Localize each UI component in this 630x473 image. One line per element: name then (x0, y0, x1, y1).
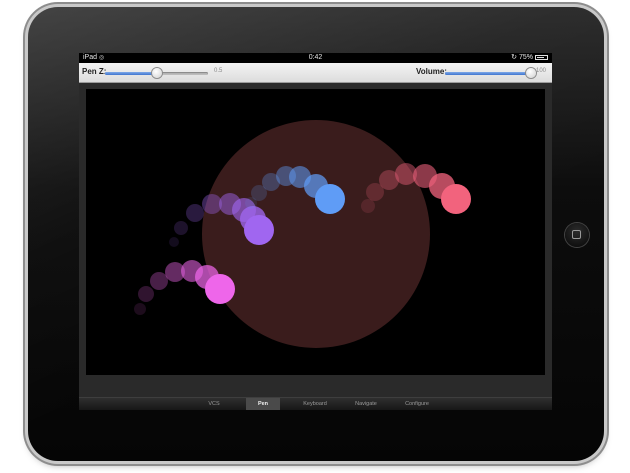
trail-dot (169, 237, 179, 247)
trail-dot (205, 274, 235, 304)
battery-fill (537, 57, 544, 58)
battery-icon (535, 55, 548, 60)
center-circle (202, 120, 430, 348)
pen-z-slider[interactable] (105, 68, 208, 78)
trail-dot (134, 303, 146, 315)
tab-keyboard[interactable]: Keyboard (298, 398, 332, 410)
volume-value: 100 (536, 68, 547, 74)
trail-dot (315, 184, 345, 214)
home-button[interactable] (565, 223, 589, 247)
pen-z-label: Pen Z: (82, 67, 107, 76)
volume-slider-fill (445, 72, 531, 75)
tab-bar: VCS Pen Keyboard Navigate Configure (79, 397, 552, 410)
tab-configure[interactable]: Configure (400, 398, 434, 410)
tab-navigate[interactable]: Navigate (349, 398, 383, 410)
pen-z-slider-fill (105, 72, 157, 75)
screen: iPad◎ 0:42 ↻75% Pen Z: 0.5 Volume: 100 (79, 53, 552, 410)
volume-label: Volume: (416, 67, 447, 76)
pen-z-slider-thumb[interactable] (151, 68, 162, 78)
volume-slider-thumb[interactable] (526, 68, 536, 78)
pen-z-value: 0.5 (214, 68, 223, 74)
rotation-lock-icon: ↻ (511, 54, 517, 61)
volume-slider[interactable] (445, 68, 536, 78)
status-time: 0:42 (308, 54, 323, 61)
pen-canvas[interactable] (86, 89, 545, 375)
battery-percent: 75% (518, 54, 533, 61)
status-bar: iPad ◎ 0:42 ↻ 75% (79, 53, 552, 63)
tab-pen[interactable]: Pen (246, 398, 280, 410)
tab-vcs[interactable]: VCS (197, 398, 231, 410)
home-square-icon (572, 230, 581, 239)
trail-dot (441, 184, 471, 214)
trail-dot (244, 215, 274, 245)
toolbar: Pen Z: 0.5 Volume: 100 (79, 63, 552, 83)
pen-trails (134, 120, 471, 348)
trail-dot (186, 204, 204, 222)
canvas-frame (79, 83, 552, 398)
trail-dot (150, 272, 168, 290)
trail-dot (361, 199, 375, 213)
status-right: ↻ 75% (511, 53, 548, 63)
trail-dot (174, 221, 188, 235)
trail-dot (138, 286, 154, 302)
